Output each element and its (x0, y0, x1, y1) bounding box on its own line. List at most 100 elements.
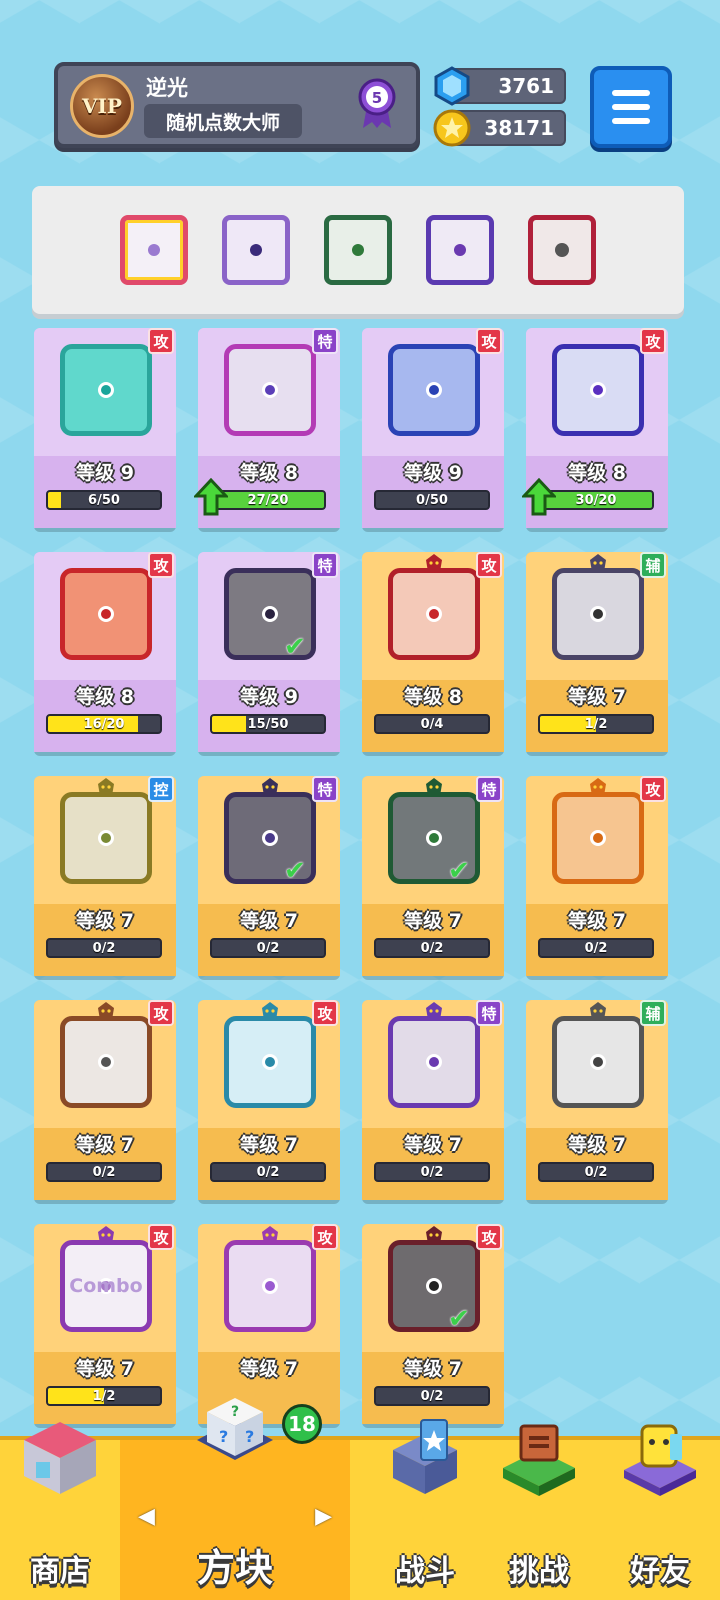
player-name: 逆光 (146, 76, 188, 100)
equipped-check-icon: ✔ (284, 856, 306, 886)
dice-level: 等级 7 (240, 910, 298, 932)
active-deck-panel (32, 186, 684, 314)
dice-card[interactable]: 攻等级 7 0/2 (198, 1000, 340, 1200)
dice-card[interactable]: 辅等级 7 1/2 (526, 552, 668, 752)
upgrade-progress-bar: 0/2 (538, 1162, 654, 1182)
deck-slot-2[interactable] (222, 215, 290, 285)
dice-card[interactable]: 特 ✔ 等级 9 15/50 (198, 552, 340, 752)
dice-level: 等级 7 (568, 1134, 626, 1156)
dice-card[interactable]: 辅等级 7 0/2 (526, 1000, 668, 1200)
rank-medal-icon[interactable]: 5 (358, 78, 396, 130)
rainbow-die-icon (148, 244, 160, 256)
dice-card[interactable]: 攻 ✔ 等级 7 0/2 (362, 1224, 504, 1424)
dice-level: 等级 8 (404, 686, 462, 708)
bottom-navigation: 商店 ? ? ? 18 ◀ ▶ 方块 战斗 挑战 好友 (0, 1398, 720, 1600)
upgrade-progress-bar: 1/2 (46, 1386, 162, 1406)
progress-text: 6/50 (88, 493, 120, 508)
progress-text: 30/20 (575, 493, 617, 508)
dice-type-tag: 攻 (148, 328, 174, 354)
upgrade-progress-bar: 0/50 (374, 490, 490, 510)
red-dragon-saw-die-icon (555, 243, 569, 257)
dice-type-tag: 攻 (148, 552, 174, 578)
rank-number: 5 (372, 89, 382, 107)
dice-card[interactable]: 攻等级 7 0/2 (526, 776, 668, 976)
dice-badge-count: 18 (282, 1404, 322, 1444)
dice-type-tag: 攻 (640, 776, 666, 802)
deck-slot-3[interactable] (324, 215, 392, 285)
nav-shop-label: 商店 (30, 1554, 90, 1589)
dragon-crest-icon (98, 778, 114, 796)
upgrade-progress-bar: 0/2 (210, 1162, 326, 1182)
dice-pip (98, 830, 114, 846)
dice-type-tag: 攻 (148, 1000, 174, 1026)
dice-face-icon (60, 792, 152, 884)
dice-face-icon (552, 344, 644, 436)
dragon-crest-icon (426, 1002, 442, 1020)
dice-card[interactable]: 攻等级 8 16/20 (34, 552, 176, 752)
dice-level: 等级 7 (76, 1358, 134, 1380)
dice-level: 等级 7 (404, 910, 462, 932)
dragon-crest-icon (98, 1226, 114, 1244)
nav-friends[interactable]: 好友 (600, 1424, 720, 1600)
gem-counter[interactable]: 3761 (434, 66, 566, 106)
dice-card[interactable]: 控等级 7 0/2 (34, 776, 176, 976)
menu-button[interactable] (590, 66, 672, 148)
dice-card[interactable]: Combo 攻等级 7 1/2 (34, 1224, 176, 1424)
dice-face-icon (224, 344, 316, 436)
nav-challenge[interactable]: 挑战 (484, 1424, 594, 1600)
dice-pip (426, 1278, 442, 1294)
vip-badge[interactable]: VIP (70, 74, 134, 138)
dice-type-tag: 攻 (312, 1000, 338, 1026)
progress-text: 0/2 (420, 1165, 444, 1180)
dice-type-tag: 特 (312, 328, 338, 354)
dice-card[interactable]: 特 ✔ 等级 7 0/2 (362, 776, 504, 976)
combo-text: Combo (69, 1275, 143, 1297)
nav-dice-label: 方块 (196, 1546, 273, 1590)
deck-slot-5[interactable] (528, 215, 596, 285)
dice-card[interactable]: 攻等级 8 0/4 (362, 552, 504, 752)
dice-level: 等级 7 (76, 1134, 134, 1156)
dice-card[interactable]: 特等级 8 27/20 (194, 328, 340, 528)
dice-pip (426, 606, 442, 622)
dice-face-icon (60, 568, 152, 660)
dice-card[interactable]: 攻等级 9 0/50 (362, 328, 504, 528)
dragon-crest-icon (426, 1226, 442, 1244)
dice-level: 等级 7 (568, 910, 626, 932)
next-arrow-icon[interactable]: ▶ (315, 1504, 332, 1529)
dice-type-tag: 辅 (640, 1000, 666, 1026)
nav-shop[interactable]: 商店 (0, 1422, 120, 1600)
dice-card[interactable]: 攻等级 7 0/2 (34, 1000, 176, 1200)
dice-type-tag: 攻 (476, 1224, 502, 1250)
player-profile-panel[interactable]: VIP 逆光 随机点数大师 5 (54, 62, 420, 148)
dice-level: 等级 7 (240, 1134, 298, 1156)
upgrade-arrow-icon[interactable] (194, 478, 228, 516)
dragon-crest-icon (262, 778, 278, 796)
dice-pip (98, 382, 114, 398)
previous-arrow-icon[interactable]: ◀ (138, 1504, 155, 1529)
dice-card[interactable]: 攻等级 8 30/20 (522, 328, 668, 528)
dice-card[interactable]: 特等级 7 0/2 (362, 1000, 504, 1200)
dice-level: 等级 9 (76, 462, 134, 484)
nav-dice[interactable]: ? ? ? 18 ◀ ▶ 方块 (120, 1398, 350, 1600)
dice-pip (590, 382, 606, 398)
dice-pip (98, 1054, 114, 1070)
dice-face-icon (552, 792, 644, 884)
dice-card[interactable]: 特 ✔ 等级 7 0/2 (198, 776, 340, 976)
dice-pip (590, 1054, 606, 1070)
dice-type-tag: 攻 (312, 1224, 338, 1250)
deck-slot-4[interactable] (426, 215, 494, 285)
nav-battle[interactable]: 战斗 (370, 1419, 480, 1600)
upgrade-arrow-icon[interactable] (522, 478, 556, 516)
dice-card[interactable]: 攻等级 9 6/50 (34, 328, 176, 528)
upgrade-progress-bar: 6/50 (46, 490, 162, 510)
dice-face-icon (388, 1016, 480, 1108)
dice-type-tag: 攻 (148, 1224, 174, 1250)
coin-counter[interactable]: 38171 (433, 109, 566, 147)
dice-type-tag: 特 (312, 552, 338, 578)
upgrade-progress-bar: 15/50 (210, 714, 326, 734)
gem-icon (434, 66, 470, 106)
mystery-dice-icon: ? ? ? (197, 1398, 273, 1460)
progress-text: 1/2 (584, 717, 608, 732)
dice-level: 等级 8 (76, 686, 134, 708)
deck-slot-1[interactable] (120, 215, 188, 285)
